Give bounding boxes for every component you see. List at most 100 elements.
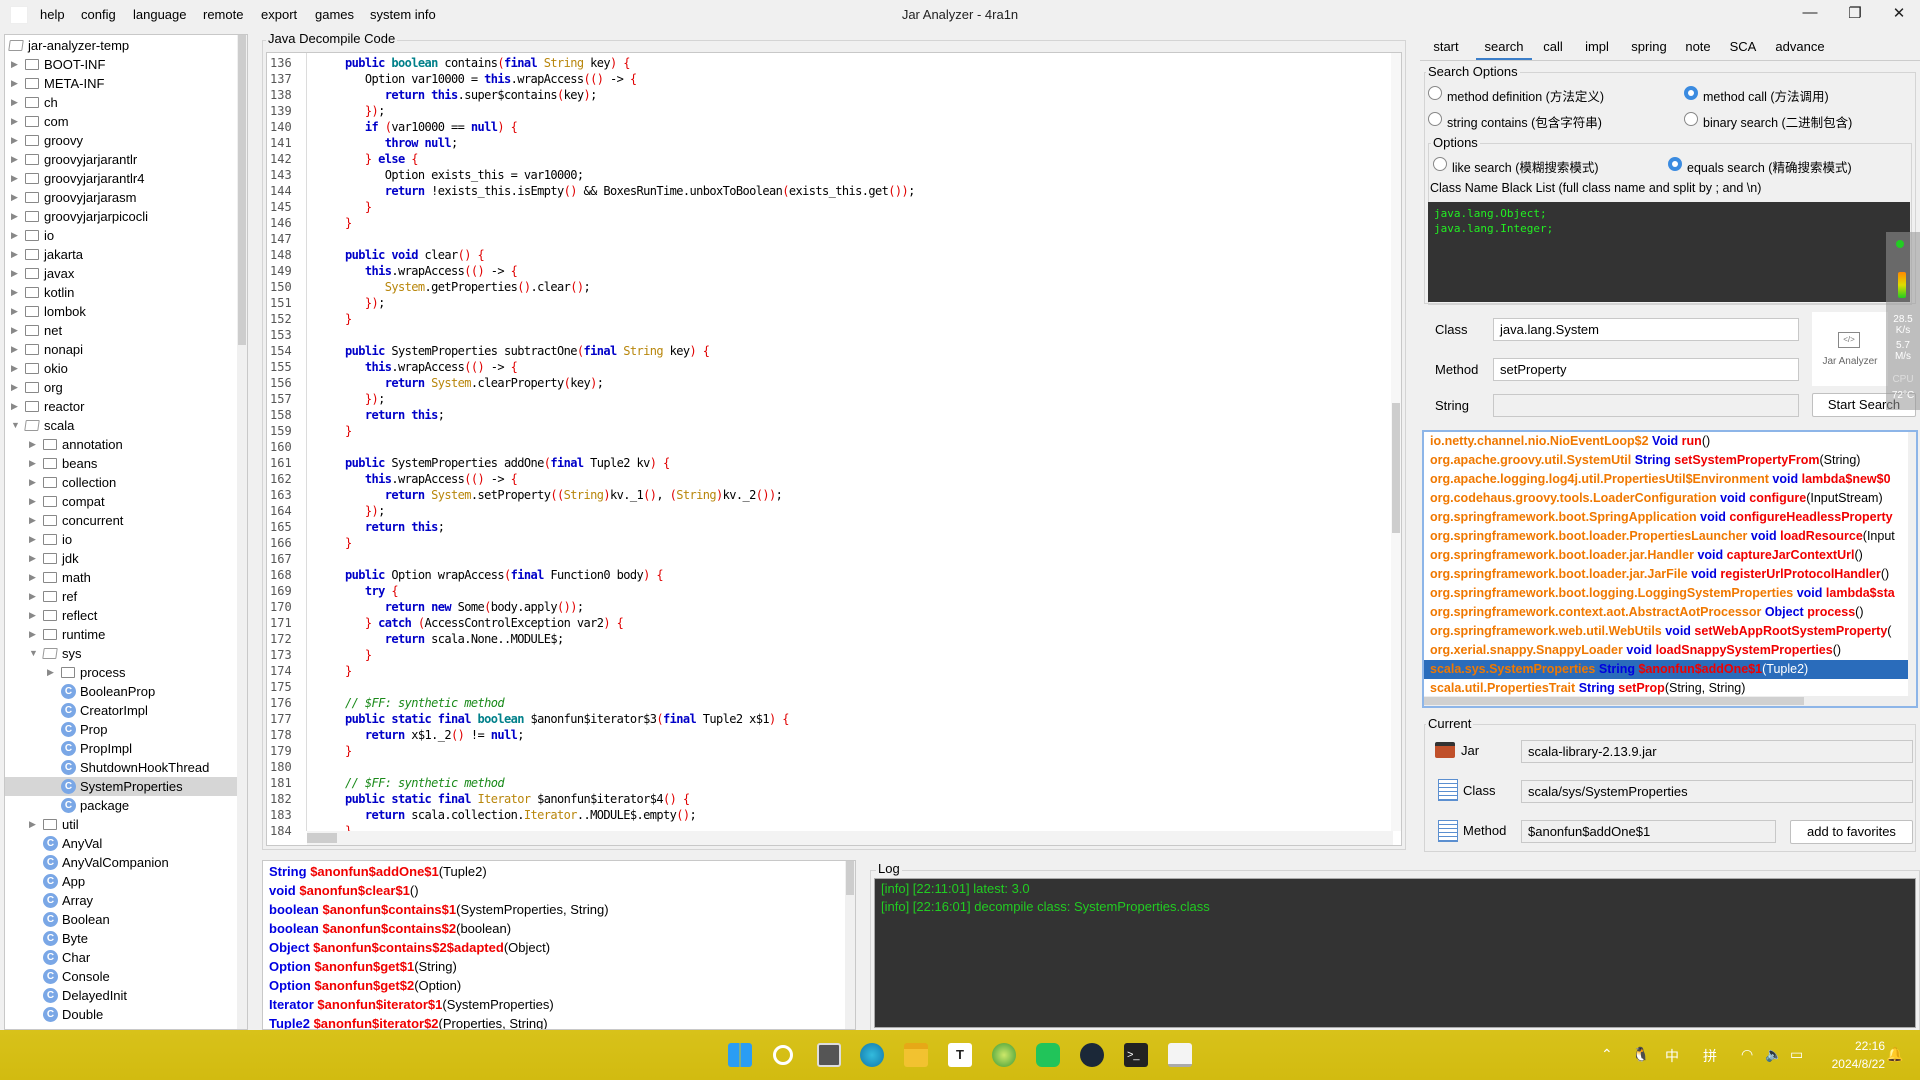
tree-item[interactable]: C Byte bbox=[5, 929, 237, 948]
collapsed-arrow-icon[interactable]: ▶ bbox=[29, 606, 36, 625]
search-result-item[interactable]: org.xerial.snappy.SnappyLoader void load… bbox=[1424, 641, 1910, 660]
radio-method-call[interactable] bbox=[1684, 86, 1698, 100]
tree-item[interactable]: ▶ jakarta bbox=[5, 245, 237, 264]
results-horizontal-scrollbar[interactable] bbox=[1424, 696, 1910, 706]
results-vertical-scrollbar[interactable] bbox=[1908, 432, 1916, 706]
jar-analyzer-taskbar-icon[interactable] bbox=[1168, 1043, 1192, 1067]
collapsed-arrow-icon[interactable]: ▶ bbox=[11, 207, 18, 226]
restore-button[interactable]: ❐ bbox=[1840, 4, 1870, 22]
radio-equals-search-label[interactable]: equals search (精确搜索模式) bbox=[1687, 157, 1852, 176]
tree-item[interactable]: ▶ ref bbox=[5, 587, 237, 606]
typora-icon[interactable]: T bbox=[948, 1043, 972, 1067]
radio-like-search[interactable] bbox=[1433, 157, 1447, 171]
search-result-item[interactable]: org.springframework.web.util.WebUtils vo… bbox=[1424, 622, 1910, 641]
clock-time[interactable]: 22:16 bbox=[1845, 1039, 1885, 1053]
tab-note[interactable]: note bbox=[1682, 36, 1714, 60]
collapsed-arrow-icon[interactable]: ▶ bbox=[11, 226, 18, 245]
collapsed-arrow-icon[interactable]: ▶ bbox=[29, 530, 36, 549]
tree-item[interactable]: ▶ javax bbox=[5, 264, 237, 283]
notification-icon[interactable]: 🔔 bbox=[1886, 1046, 1903, 1063]
tree-item[interactable]: C DelayedInit bbox=[5, 986, 237, 1005]
collapsed-arrow-icon[interactable]: ▶ bbox=[11, 131, 18, 150]
tree-item[interactable]: C Array bbox=[5, 891, 237, 910]
code-horizontal-scrollbar[interactable] bbox=[307, 831, 1393, 845]
file-tree[interactable]: jar-analyzer-temp ▶ BOOT-INF ▶ META-INF ▶ ch ▶ c… bbox=[4, 34, 248, 1030]
tree-item[interactable]: C Char bbox=[5, 948, 237, 967]
tree-item[interactable]: C CreatorImpl bbox=[5, 701, 237, 720]
tree-item[interactable]: C Console bbox=[5, 967, 237, 986]
clock-date[interactable]: 2024/8/22 bbox=[1820, 1057, 1885, 1071]
video-player-icon[interactable] bbox=[1036, 1043, 1060, 1067]
collapsed-arrow-icon[interactable]: ▶ bbox=[11, 283, 18, 302]
collapsed-arrow-icon[interactable]: ▶ bbox=[11, 169, 18, 188]
collapsed-arrow-icon[interactable]: ▶ bbox=[11, 150, 18, 169]
tab-advance[interactable]: advance bbox=[1770, 36, 1830, 60]
collapsed-arrow-icon[interactable]: ▶ bbox=[47, 663, 54, 682]
tab-spring[interactable]: spring bbox=[1626, 36, 1672, 60]
search-result-item[interactable]: org.springframework.boot.loader.jar.Hand… bbox=[1424, 546, 1910, 565]
collapsed-arrow-icon[interactable]: ▶ bbox=[29, 587, 36, 606]
collapsed-arrow-icon[interactable]: ▶ bbox=[29, 473, 36, 492]
method-list-item[interactable]: Object $anonfun$contains$2$adapted(Objec… bbox=[269, 938, 550, 957]
tree-item[interactable]: ▶ beans bbox=[5, 454, 237, 473]
green-app-icon[interactable] bbox=[992, 1043, 1016, 1067]
tree-item[interactable]: ▶ util bbox=[5, 815, 237, 834]
tab-start[interactable]: start bbox=[1428, 36, 1464, 60]
collapsed-arrow-icon[interactable]: ▶ bbox=[11, 397, 18, 416]
method-list-item[interactable]: String $anonfun$addOne$1(Tuple2) bbox=[269, 862, 487, 881]
collapsed-arrow-icon[interactable]: ▶ bbox=[29, 454, 36, 473]
search-result-item[interactable]: org.springframework.context.aot.Abstract… bbox=[1424, 603, 1910, 622]
tree-item[interactable]: ▶ kotlin bbox=[5, 283, 237, 302]
steam-icon[interactable] bbox=[1080, 1043, 1104, 1067]
collapsed-arrow-icon[interactable]: ▶ bbox=[11, 378, 18, 397]
tree-item[interactable]: ▶ groovyjarjarasm bbox=[5, 188, 237, 207]
radio-like-search-label[interactable]: like search (模糊搜索模式) bbox=[1452, 157, 1599, 176]
tray-overflow-chevron-icon[interactable]: ⌃ bbox=[1601, 1046, 1613, 1063]
wifi-icon[interactable]: ◠ bbox=[1741, 1046, 1753, 1063]
tree-item[interactable]: ▶ groovyjarjarantlr bbox=[5, 150, 237, 169]
search-result-item[interactable]: scala.sys.SystemProperties String $anonf… bbox=[1424, 660, 1910, 679]
method-list-scrollbar[interactable] bbox=[845, 861, 855, 1029]
collapsed-arrow-icon[interactable]: ▶ bbox=[11, 359, 18, 378]
battery-icon[interactable]: ▭ bbox=[1790, 1046, 1803, 1063]
volume-icon[interactable]: 🔈 bbox=[1765, 1046, 1782, 1063]
collapsed-arrow-icon[interactable]: ▶ bbox=[11, 321, 18, 340]
tree-item[interactable]: ▼ scala bbox=[5, 416, 237, 435]
tree-item[interactable]: ▶ io bbox=[5, 530, 237, 549]
task-view-icon[interactable] bbox=[817, 1043, 841, 1067]
tab-sca[interactable]: SCA bbox=[1726, 36, 1760, 60]
tree-item[interactable]: ▶ concurrent bbox=[5, 511, 237, 530]
collapsed-arrow-icon[interactable]: ▶ bbox=[11, 264, 18, 283]
terminal-icon[interactable]: >_ bbox=[1124, 1043, 1148, 1067]
blacklist-textarea[interactable]: java.lang.Object; java.lang.Integer; bbox=[1428, 202, 1910, 302]
method-list-scroll-thumb[interactable] bbox=[846, 861, 854, 895]
collapsed-arrow-icon[interactable]: ▶ bbox=[29, 568, 36, 587]
radio-equals-search[interactable] bbox=[1668, 157, 1682, 171]
search-result-item[interactable]: org.springframework.boot.SpringApplicati… bbox=[1424, 508, 1910, 527]
tree-item[interactable]: C Double bbox=[5, 1005, 237, 1024]
radio-binary-search[interactable] bbox=[1684, 112, 1698, 126]
code-vscroll-thumb[interactable] bbox=[1392, 403, 1400, 533]
current-jar-field[interactable]: scala-library-2.13.9.jar bbox=[1521, 740, 1913, 763]
collapsed-arrow-icon[interactable]: ▶ bbox=[11, 93, 18, 112]
radio-string-contains-label[interactable]: string contains (包含字符串) bbox=[1447, 112, 1602, 131]
tree-item[interactable]: ▶ reactor bbox=[5, 397, 237, 416]
radio-method-definition-label[interactable]: method definition (方法定义) bbox=[1447, 86, 1604, 105]
tree-item[interactable]: ▶ runtime bbox=[5, 625, 237, 644]
current-method-field[interactable]: $anonfun$addOne$1 bbox=[1521, 820, 1776, 843]
collapsed-arrow-icon[interactable]: ▶ bbox=[29, 549, 36, 568]
tab-search[interactable]: search bbox=[1476, 36, 1532, 60]
method-list-item[interactable]: Option $anonfun$get$1(String) bbox=[269, 957, 457, 976]
code-editor[interactable]: 136 137 138 139 140 141 142 143 144 145 146 147 148 1… bbox=[266, 52, 1402, 846]
tree-item[interactable]: Cpackage bbox=[5, 796, 237, 815]
search-result-item[interactable]: org.apache.logging.log4j.util.Properties… bbox=[1424, 470, 1910, 489]
tree-item[interactable]: ▶ nonapi bbox=[5, 340, 237, 359]
tree-item[interactable]: ▶ process bbox=[5, 663, 237, 682]
tree-item[interactable]: ▶ com bbox=[5, 112, 237, 131]
tree-item[interactable]: C PropImpl bbox=[5, 739, 237, 758]
search-result-item[interactable]: org.springframework.boot.logging.Logging… bbox=[1424, 584, 1910, 603]
edge-icon[interactable] bbox=[860, 1043, 884, 1067]
tree-item[interactable]: C App bbox=[5, 872, 237, 891]
ime-language[interactable]: 中 bbox=[1665, 1046, 1679, 1066]
tree-item[interactable]: ▶ groovyjarjarantlr4 bbox=[5, 169, 237, 188]
